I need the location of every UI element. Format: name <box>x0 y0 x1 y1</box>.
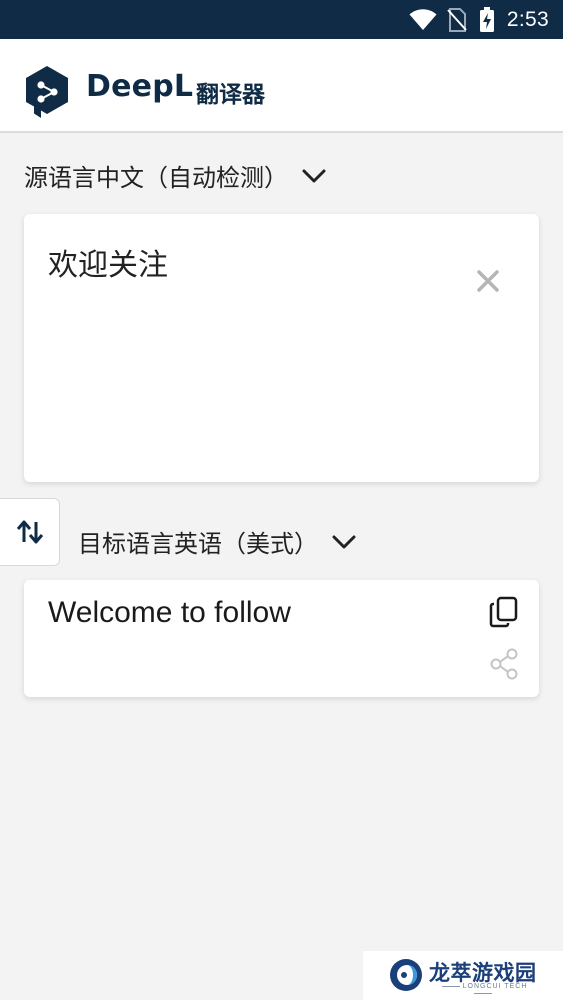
no-sim-icon <box>447 7 467 32</box>
status-bar: 2:53 <box>0 0 563 39</box>
watermark: 龙萃游戏园 LONGCUI TECH <box>363 951 563 1000</box>
swap-arrows-icon <box>16 520 43 544</box>
chevron-down-icon <box>332 535 356 548</box>
battery-charging-icon <box>479 6 494 32</box>
target-text-card: Welcome to follow <box>24 580 539 697</box>
source-text-input[interactable]: 欢迎关注 <box>48 240 168 284</box>
watermark-logo-icon <box>390 959 422 991</box>
source-text-card[interactable]: 欢迎关注 <box>24 214 539 482</box>
copy-icon[interactable] <box>489 596 519 628</box>
source-language-select[interactable]: 源语言中文（自动检测） <box>24 158 326 193</box>
status-icons: 2:53 <box>409 0 549 39</box>
chevron-down-icon <box>302 169 326 182</box>
app-header: DeepL 翻译器 <box>0 39 563 133</box>
target-language-select[interactable]: 目标语言英语（美式） <box>78 524 356 559</box>
close-icon[interactable] <box>475 268 501 294</box>
target-language-label: 目标语言英语（美式） <box>78 530 318 558</box>
source-language-label: 源语言中文（自动检测） <box>24 164 288 192</box>
deepl-logo-icon <box>26 66 68 118</box>
translation-output: Welcome to follow <box>48 596 291 629</box>
brand-name: DeepL <box>86 69 194 104</box>
watermark-subtitle: LONGCUI TECH <box>429 983 537 997</box>
brand-suffix: 翻译器 <box>196 82 265 108</box>
share-icon[interactable] <box>489 648 519 680</box>
status-time: 2:53 <box>506 7 549 31</box>
wifi-icon <box>409 8 437 30</box>
swap-languages-button[interactable] <box>0 498 60 566</box>
